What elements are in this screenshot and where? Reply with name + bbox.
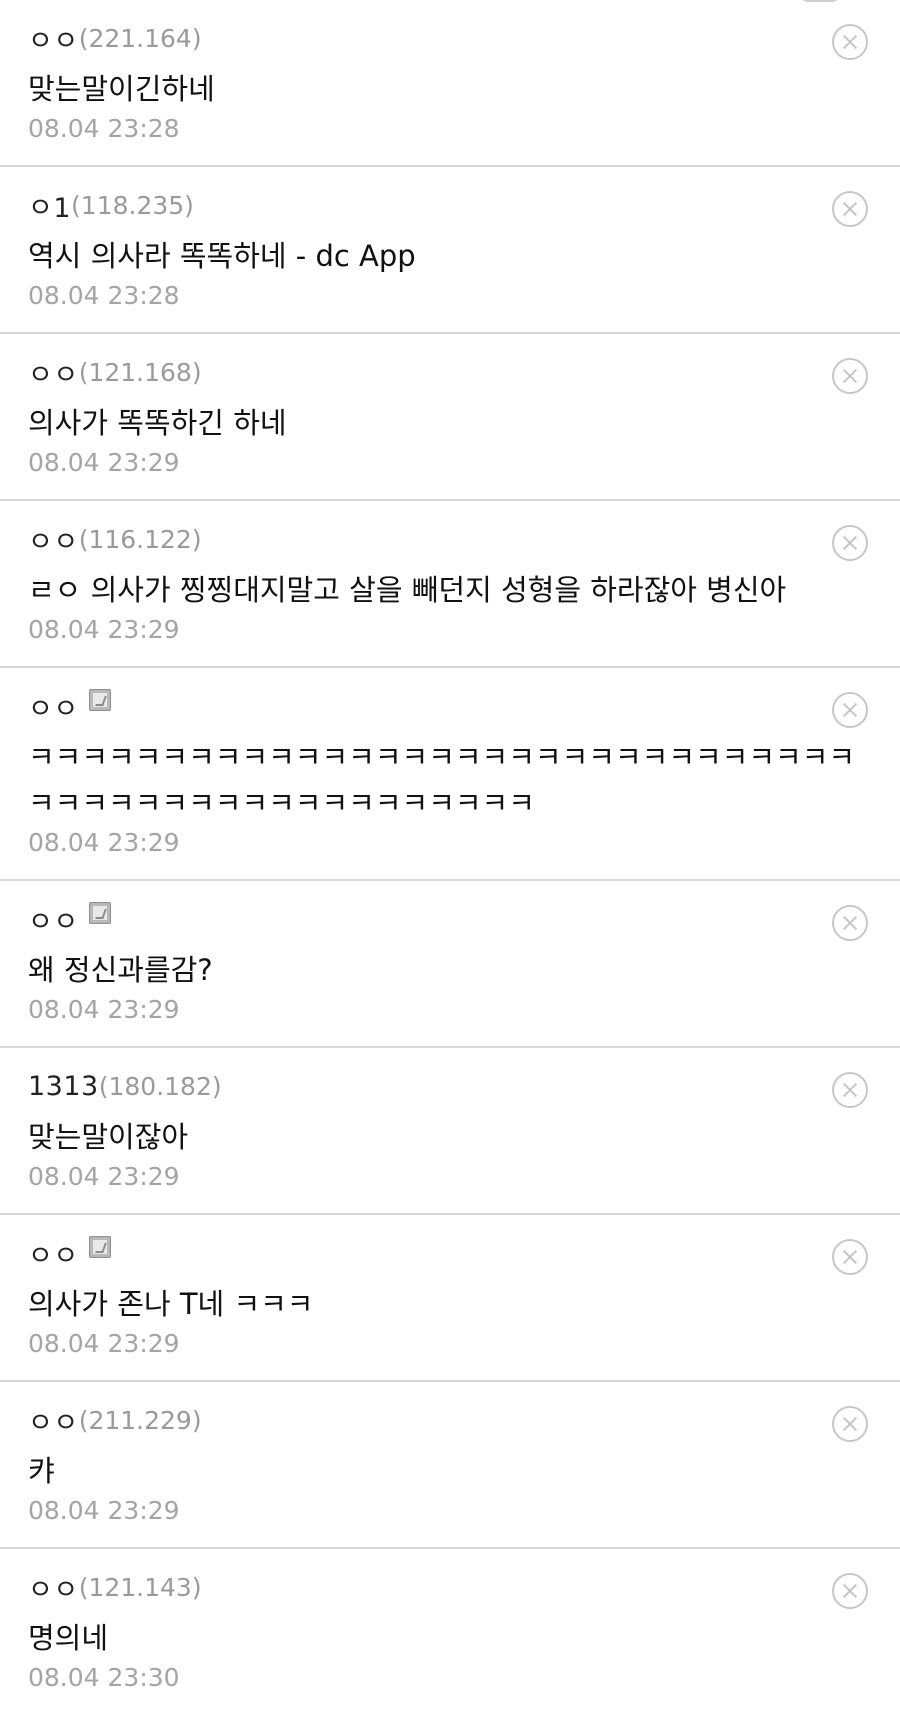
comment-ip: (121.168) <box>78 357 202 387</box>
comment-nickname: ㅇㅇ <box>28 526 79 558</box>
comment-text: 의사가 똑똑하긴 하네 <box>28 406 287 440</box>
delete-comment-icon[interactable] <box>832 191 868 227</box>
comment-ip: (221.164) <box>78 23 202 53</box>
comment-ip: (118.235) <box>71 190 194 220</box>
comment-text: 캬 <box>28 1454 55 1488</box>
comment-time: 08.04 23:29 <box>28 615 180 644</box>
comment-header: ㅇㅇ <box>28 901 111 938</box>
comment-time: 08.04 23:28 <box>28 281 180 310</box>
comment-header: ㅇ1 (118.235) <box>28 187 194 224</box>
comment-time: 08.04 23:29 <box>28 1162 180 1191</box>
comment-time: 08.04 23:29 <box>28 448 180 477</box>
comment-header: ㅇㅇ (121.143) <box>28 1569 202 1606</box>
comment-text: ㄹㅇ 의사가 찡찡대지말고 살을 빼던지 성형을 하라잖아 병신아 <box>28 573 787 607</box>
delete-comment-icon[interactable] <box>832 358 868 394</box>
delete-comment-icon[interactable] <box>832 692 868 728</box>
comment-time: 08.04 23:29 <box>28 995 180 1024</box>
comment-text: 맞는말이긴하네 <box>28 72 215 106</box>
comment-text: 역시 의사라 똑똑하네 - dc App <box>28 239 416 273</box>
comment-nickname: ㅇㅇ <box>28 693 79 725</box>
comment-time: 08.04 23:28 <box>28 114 180 143</box>
comment-header: ㅇㅇ (221.164) <box>28 20 202 57</box>
fixed-nick-icon <box>88 1236 111 1258</box>
comment-header: ㅇㅇ (121.168) <box>28 354 202 391</box>
delete-comment-icon[interactable] <box>832 905 868 941</box>
comment-header: ㅇㅇ (211.229) <box>28 1402 202 1439</box>
fixed-nick-icon <box>88 902 111 924</box>
fixed-nick-icon <box>88 689 111 711</box>
comment-item: ㅇㅇ 의사가 존나 T네 ㅋㅋㅋ 08.04 23:29 <box>0 1215 900 1382</box>
delete-comment-icon[interactable] <box>832 525 868 561</box>
comment-text: 맞는말이잖아 <box>28 1120 189 1154</box>
comment-time: 08.04 23:29 <box>28 1329 180 1358</box>
comment-time: 08.04 23:29 <box>28 1496 180 1525</box>
comment-header: ㅇㅇ <box>28 1235 111 1272</box>
comment-nickname: ㅇㅇ <box>28 359 79 391</box>
comment-ip: (211.229) <box>78 1405 202 1435</box>
comment-item: ㅇㅇ (121.168) 의사가 똑똑하긴 하네 08.04 23:29 <box>0 334 900 501</box>
comment-nickname: ㅇㅇ <box>28 1240 79 1272</box>
comment-header: ㅇㅇ (116.122) <box>28 521 202 558</box>
comment-text: 의사가 존나 T네 ㅋㅋㅋ <box>28 1287 314 1321</box>
delete-comment-icon[interactable] <box>832 1406 868 1442</box>
delete-comment-icon[interactable] <box>832 24 868 60</box>
delete-comment-icon[interactable] <box>832 1573 868 1609</box>
delete-comment-icon[interactable] <box>832 1239 868 1275</box>
comment-nickname: ㅇ1 <box>28 192 72 224</box>
comment-item: ㅇ1 (118.235) 역시 의사라 똑똑하네 - dc App 08.04 … <box>0 167 900 334</box>
comment-ip: (121.143) <box>78 1572 202 1602</box>
comment-nickname: ㅇㅇ <box>28 1407 79 1439</box>
comment-header: 1313 (180.182) <box>28 1068 222 1104</box>
comment-item: ㅇㅇ (121.143) 명의네 08.04 23:30 <box>0 1549 900 1719</box>
comment-item: 1313 (180.182) 맞는말이잖아 08.04 23:29 <box>0 1048 900 1215</box>
comment-text: 왜 정신과를감? <box>28 953 213 987</box>
comment-time: 08.04 23:29 <box>28 828 180 857</box>
comment-item: ㅇㅇ (221.164) 맞는말이긴하네 08.04 23:28 <box>0 0 900 167</box>
comment-item: ㅇㅇ (116.122) ㄹㅇ 의사가 찡찡대지말고 살을 빼던지 성형을 하라… <box>0 501 900 668</box>
comment-ip: (180.182) <box>98 1071 222 1101</box>
comment-nickname: 1313 <box>28 1070 99 1102</box>
comment-nickname: ㅇㅇ <box>28 906 79 938</box>
comment-ip: (116.122) <box>78 524 202 554</box>
comment-item: ㅇㅇ (211.229) 캬 08.04 23:29 <box>0 1382 900 1549</box>
comment-header: ㅇㅇ <box>28 688 111 725</box>
comment-text: ㅋㅋㅋㅋㅋㅋㅋㅋㅋㅋㅋㅋㅋㅋㅋㅋㅋㅋㅋㅋㅋㅋㅋㅋㅋㅋㅋㅋㅋㅋㅋㅋㅋㅋㅋㅋㅋㅋㅋㅋ… <box>28 740 856 820</box>
comment-time: 08.04 23:30 <box>28 1663 180 1692</box>
comment-nickname: ㅇㅇ <box>28 25 79 57</box>
comment-nickname: ㅇㅇ <box>28 1574 79 1606</box>
comment-item: ㅇㅇ ㅋㅋㅋㅋㅋㅋㅋㅋㅋㅋㅋㅋㅋㅋㅋㅋㅋㅋㅋㅋㅋㅋㅋㅋㅋㅋㅋㅋㅋㅋㅋㅋㅋㅋㅋㅋㅋ… <box>0 668 900 881</box>
comment-text: 명의네 <box>28 1621 109 1655</box>
delete-comment-icon[interactable] <box>832 1072 868 1108</box>
comment-list: ㅇㅇ (221.164) 맞는말이긴하네 08.04 23:28 ㅇ1 (118… <box>0 0 900 1719</box>
comment-item: ㅇㅇ 왜 정신과를감? 08.04 23:29 <box>0 881 900 1048</box>
